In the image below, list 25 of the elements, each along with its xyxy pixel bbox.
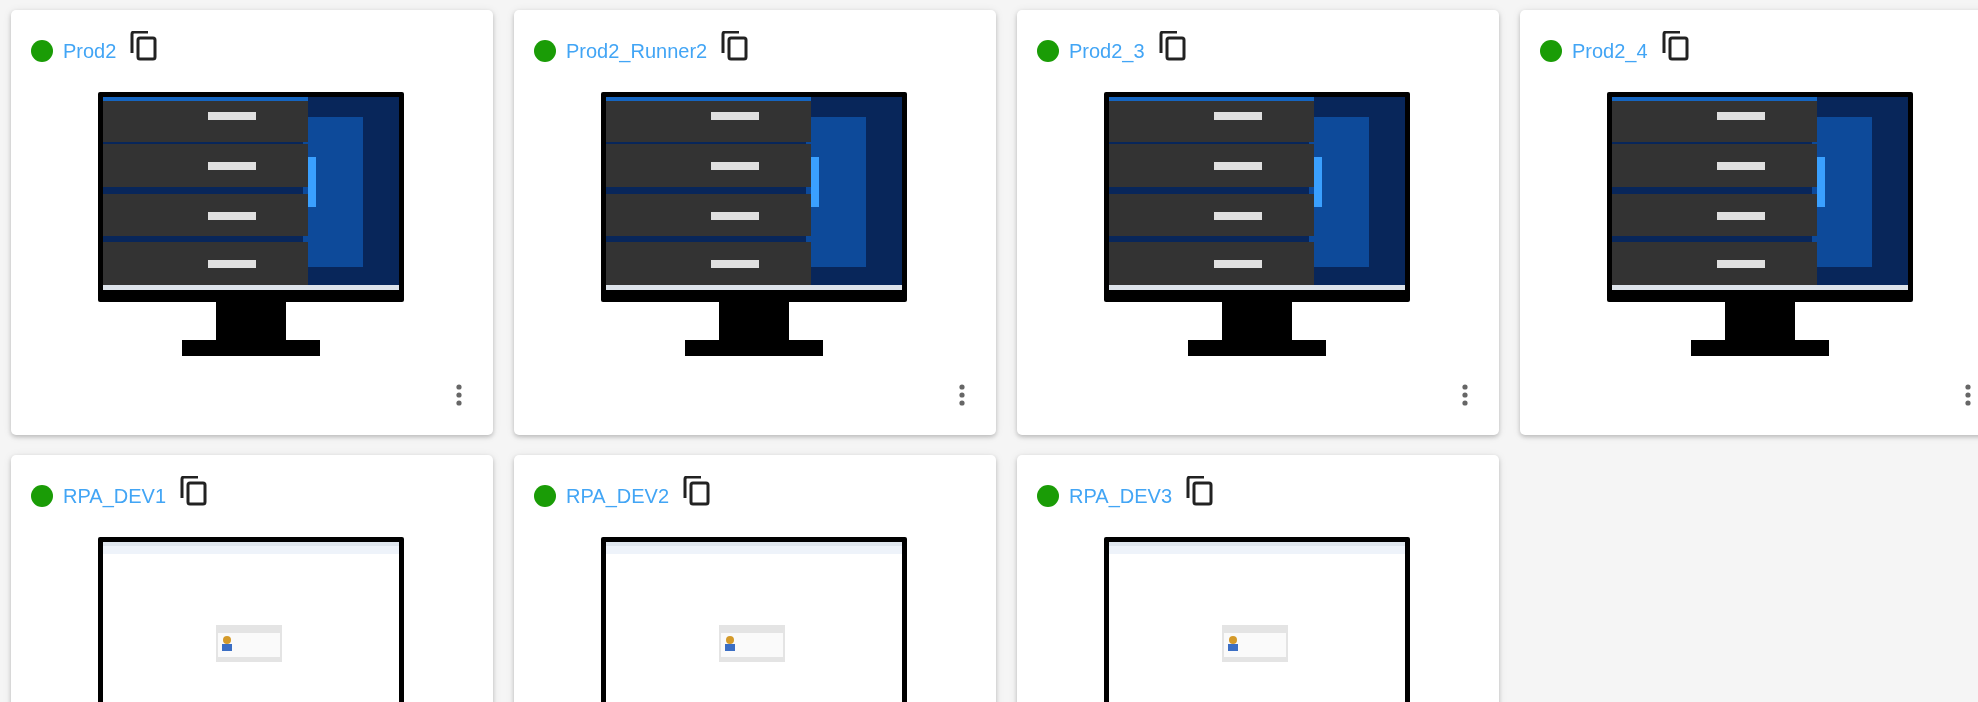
more-icon (1965, 384, 1971, 406)
copy-button[interactable] (721, 31, 749, 61)
copy-button[interactable] (130, 31, 158, 61)
machine-name-link[interactable]: RPA_DEV3 (1069, 484, 1172, 508)
machine-name-link[interactable]: RPA_DEV2 (566, 484, 669, 508)
more-icon (1462, 384, 1468, 406)
copy-icon (683, 476, 710, 506)
copy-button[interactable] (180, 476, 207, 506)
copy-icon (721, 31, 749, 61)
copy-icon (1158, 31, 1186, 61)
copy-button[interactable] (1158, 31, 1186, 61)
copy-button[interactable] (1186, 476, 1213, 506)
copy-icon (180, 476, 207, 506)
copy-icon (1186, 476, 1213, 506)
machine-name-link[interactable]: Prod2_4 (1572, 39, 1648, 63)
copy-icon (130, 31, 158, 61)
more-icon (959, 384, 965, 406)
more-icon (456, 384, 462, 406)
copy-icon (1661, 31, 1689, 61)
machine-name-link[interactable]: Prod2_Runner2 (566, 39, 708, 63)
machine-name-link[interactable]: RPA_DEV1 (63, 484, 166, 508)
machine-name-link[interactable]: Prod2_3 (1069, 39, 1145, 63)
machine-name-link[interactable]: Prod2 (63, 39, 117, 63)
copy-button[interactable] (683, 476, 710, 506)
copy-button[interactable] (1661, 31, 1689, 61)
